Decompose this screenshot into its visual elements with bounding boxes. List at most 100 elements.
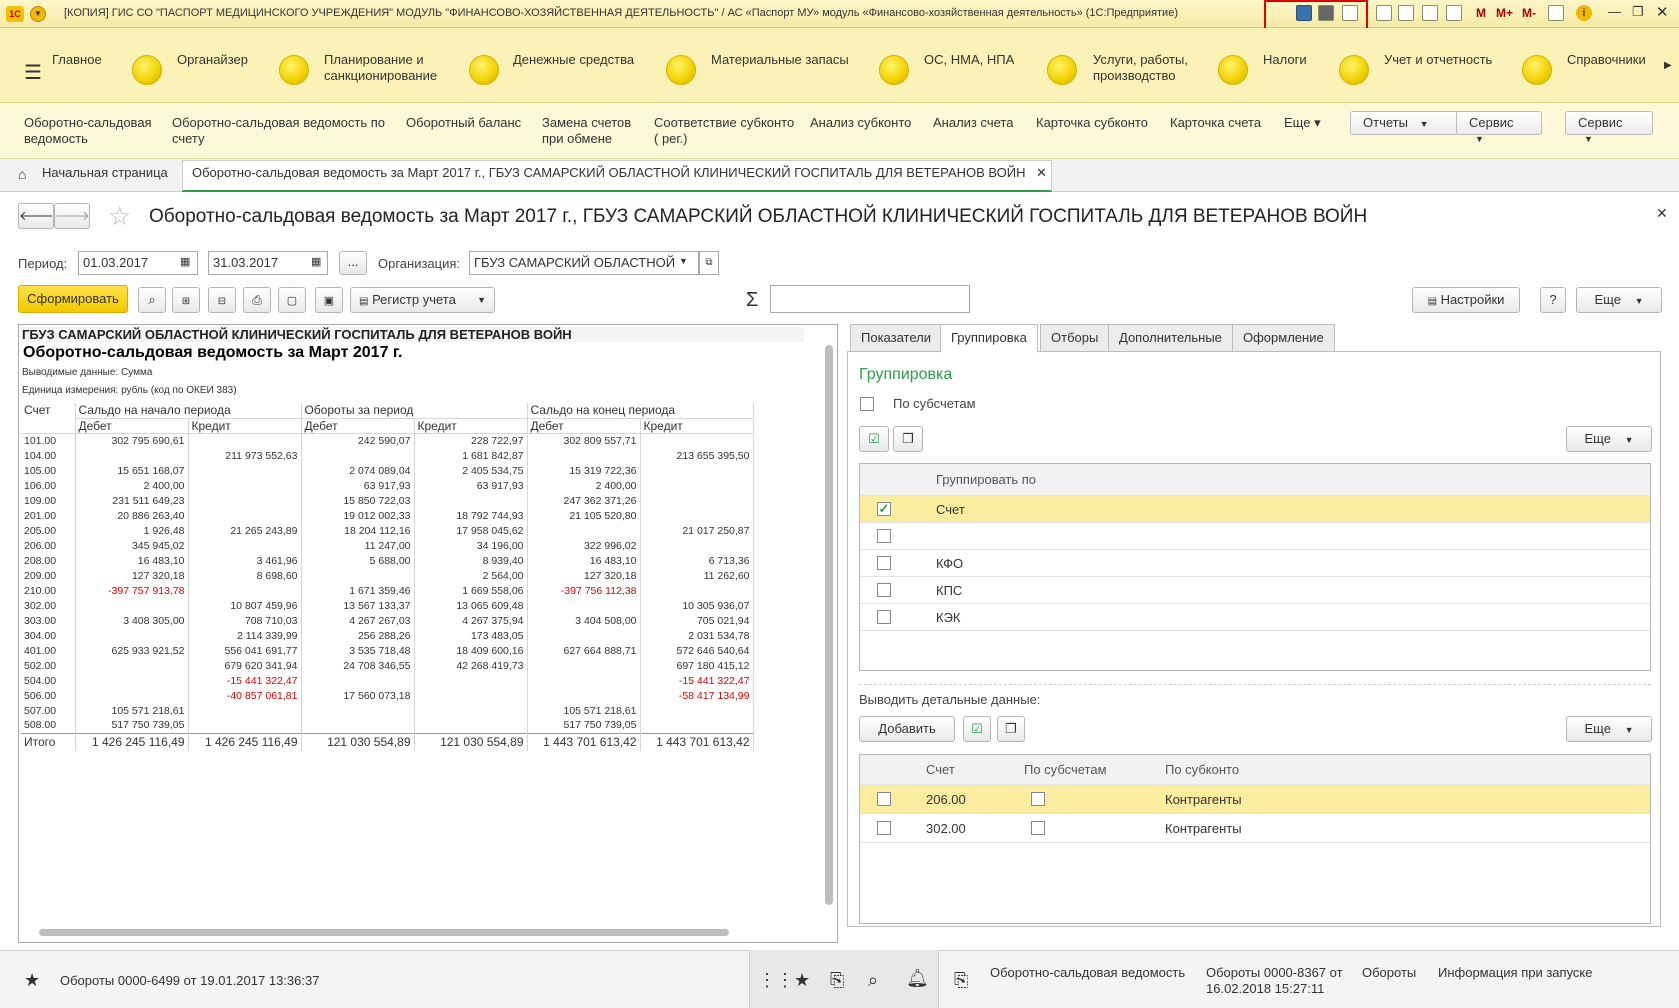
print-button[interactable]: ⎙ (243, 287, 271, 313)
group-row[interactable]: КЭК (860, 604, 1650, 631)
m-minus-button[interactable]: M- (1522, 6, 1536, 20)
section-services[interactable]: Услуги, работы, производство (1093, 52, 1188, 84)
detail-row[interactable]: 302.00 Контрагенты (860, 814, 1650, 843)
favorites-icon[interactable]: ★ (794, 970, 810, 991)
by-subaccounts-checkbox[interactable] (860, 397, 874, 411)
main-menu-icon[interactable]: ▼ (30, 6, 46, 22)
cmd-more[interactable]: Еще ▾ (1284, 115, 1321, 131)
history-icon-2[interactable]: ⎘ (954, 970, 968, 991)
status-item-startup-info[interactable]: Информация при запуске (1438, 965, 1593, 980)
cmd-account-analysis[interactable]: Анализ счета (933, 115, 1013, 131)
tab-design[interactable]: Оформление (1232, 324, 1335, 352)
org-input[interactable]: ГБУЗ САМАРСКИЙ ОБЛАСТНОЙ (469, 251, 699, 275)
group-by-table[interactable]: Группировать по ✓ Счет КФО КПС КЭК (859, 463, 1651, 671)
group-row[interactable]: КФО (860, 550, 1650, 577)
report-document[interactable]: ГБУЗ САМАРСКИЙ ОБЛАСТНОЙ КЛИНИЧЕСКИЙ ГОС… (18, 324, 838, 943)
group-uncheck-all-button[interactable]: ❐ (893, 426, 923, 452)
tab-close-icon[interactable]: ✕ (1036, 165, 1047, 181)
back-button[interactable]: 🡐 (18, 203, 54, 229)
add-button[interactable]: Добавить (859, 716, 955, 742)
scroll-right-icon[interactable]: ▶ (1664, 60, 1672, 71)
date-to-calendar-icon[interactable]: ▦ (311, 255, 321, 268)
cmd-subconto-match[interactable]: Соответствие субконто ( рег.) (654, 115, 794, 147)
group-row[interactable]: КПС (860, 577, 1650, 604)
generate-button[interactable]: Сформировать (18, 285, 128, 313)
cmd-account-card[interactable]: Карточка счета (1170, 115, 1261, 131)
tab-home[interactable]: Начальная страница (42, 165, 168, 180)
cmd-subconto-card[interactable]: Карточка субконто (1036, 115, 1148, 131)
group-row-checkbox[interactable] (877, 529, 891, 543)
detail-row-checkbox[interactable] (877, 792, 891, 806)
status-item-turnover-doc[interactable]: Обороты 0000-8367 от 16.02.2018 15:27:11 (1206, 965, 1343, 997)
bell-icon[interactable]: 🔔︎ (906, 968, 929, 989)
date-from-calendar-icon[interactable]: ▦ (180, 255, 190, 268)
more-button[interactable]: Еще ▼ (1576, 287, 1662, 313)
tab-additional[interactable]: Дополнительные (1108, 324, 1233, 352)
form-close-icon[interactable]: ✕ (1656, 205, 1668, 222)
close-window-icon[interactable]: ✕ (1656, 3, 1669, 21)
search-icon[interactable]: ⌕ (868, 970, 878, 991)
detail-row-subaccounts-checkbox[interactable] (1031, 821, 1045, 835)
hamburger-icon[interactable]: ☰ (24, 60, 42, 85)
settings-button[interactable]: ▤ Настройки (1412, 287, 1520, 313)
detail-check-all-button[interactable]: ☑ (963, 716, 991, 742)
period-select-button[interactable]: ... (339, 251, 367, 275)
org-dropdown-icon[interactable]: ▼ (679, 256, 688, 266)
print-preview-icon[interactable] (1342, 5, 1358, 21)
save-icon[interactable] (1296, 5, 1312, 21)
group-row-checkbox[interactable] (877, 610, 891, 624)
register-dropdown[interactable]: ▤ Регистр учета ▼ (350, 287, 495, 313)
panels-icon[interactable] (1548, 5, 1564, 21)
calculator-icon[interactable] (1422, 5, 1438, 21)
report-hscrollbar[interactable] (39, 929, 729, 936)
section-materials[interactable]: Материальные запасы (711, 52, 849, 68)
search-button[interactable]: ⌕ (138, 287, 166, 313)
group-row[interactable]: ✓ Счет (860, 496, 1650, 523)
tab-filters[interactable]: Отборы (1040, 324, 1110, 352)
calendar-icon[interactable] (1446, 5, 1462, 21)
info-icon[interactable]: i (1576, 5, 1592, 21)
history-icon[interactable]: ⎘ (830, 970, 844, 991)
status-left-text[interactable]: Обороты 0000-6499 от 19.01.2017 13:36:37 (60, 973, 319, 988)
save-button[interactable]: ▣ (315, 287, 343, 313)
cmd-account-replace[interactable]: Замена счетов при обмене (542, 115, 631, 147)
cmd-turnover-balance[interactable]: Оборотный баланс (406, 115, 521, 131)
cmd-subconto-analysis[interactable]: Анализ субконто (810, 115, 911, 131)
section-taxes[interactable]: Налоги (1263, 52, 1307, 68)
help-button[interactable]: ? (1540, 287, 1566, 313)
export-icon[interactable] (1376, 5, 1392, 21)
favorite-star-icon[interactable]: ☆ (108, 201, 131, 232)
section-planning[interactable]: Планирование и санкционирование (324, 52, 437, 84)
group-check-all-button[interactable]: ☑ (859, 426, 889, 452)
status-star-icon[interactable]: ★ (24, 970, 40, 991)
group-more-button[interactable]: Еще ▼ (1566, 426, 1652, 452)
group-row-checkbox[interactable] (877, 556, 891, 570)
m-button[interactable]: M (1476, 6, 1486, 20)
detail-more-button[interactable]: Еще ▼ (1566, 716, 1652, 742)
group-row-checkbox[interactable]: ✓ (877, 502, 891, 516)
report-vscrollbar[interactable] (825, 345, 833, 905)
expand-groups-button[interactable]: ⊞ (172, 287, 200, 313)
tab-indicators[interactable]: Показатели (850, 324, 942, 352)
collapse-groups-button[interactable]: ⊟ (208, 287, 236, 313)
section-fixed-assets[interactable]: ОС, НМА, НПА (924, 52, 1014, 68)
cmd-osv-account[interactable]: Оборотно-сальдовая ведомость по счету (172, 115, 385, 147)
detail-table[interactable]: Счет По субсчетам По субконто 206.00 Конт… (859, 754, 1651, 924)
group-row-checkbox[interactable] (877, 583, 891, 597)
print-icon[interactable] (1318, 5, 1334, 21)
service-button-1[interactable]: Сервис ▼ (1456, 111, 1542, 144)
org-open-icon[interactable]: ⧉ (699, 251, 719, 275)
forward-button[interactable]: 🡒 (54, 203, 90, 229)
detail-row-checkbox[interactable] (877, 821, 891, 835)
import-icon[interactable] (1398, 5, 1414, 21)
section-organizer[interactable]: Органайзер (177, 52, 248, 68)
section-accounting[interactable]: Учет и отчетность (1384, 52, 1492, 68)
section-money[interactable]: Денежные средства (513, 52, 634, 68)
restore-icon[interactable]: ❐ (1632, 4, 1644, 20)
grid-icon[interactable]: ⋮⋮ (758, 970, 794, 991)
status-item-turnover[interactable]: Обороты (1362, 965, 1416, 980)
tab-grouping[interactable]: Группировка (940, 324, 1038, 353)
group-row[interactable] (860, 523, 1650, 550)
preview-button[interactable]: ▢ (278, 287, 306, 313)
status-item-osv[interactable]: Оборотно-сальдовая ведомость (990, 965, 1185, 980)
